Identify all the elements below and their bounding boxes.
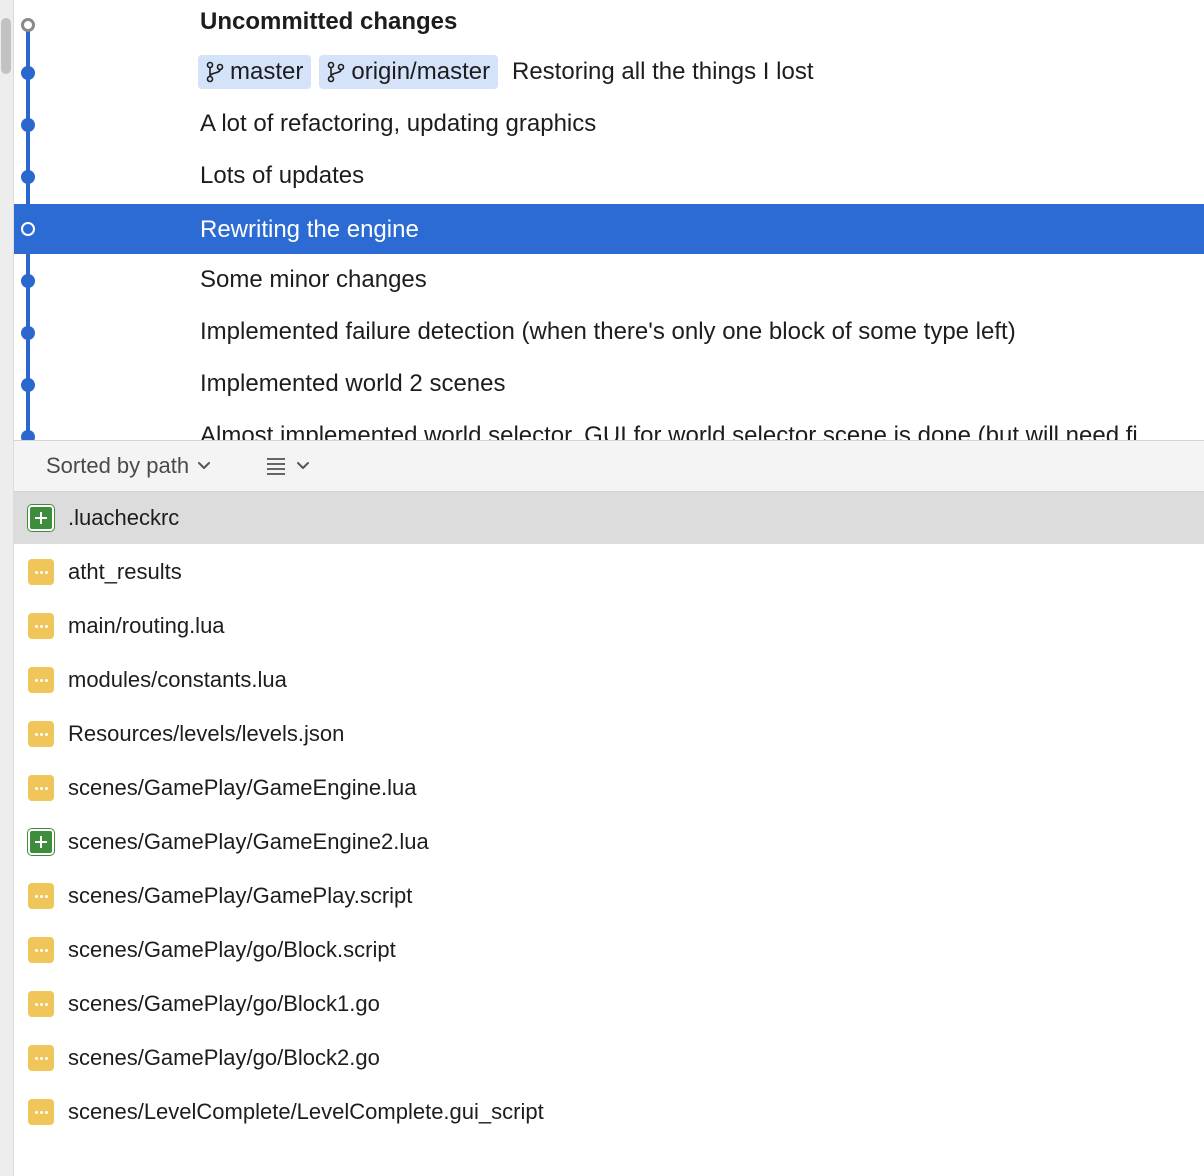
commit-history: Uncommitted changes master origin/master… [14, 0, 1204, 440]
commit-message: Rewriting the engine [200, 216, 419, 243]
commit-node [21, 274, 35, 288]
commit-message: Implemented world 2 scenes [200, 370, 506, 397]
file-path: modules/constants.lua [68, 667, 287, 692]
file-row[interactable]: Resources/levels/levels.json [14, 708, 1204, 760]
file-path: scenes/GamePlay/go/Block2.go [68, 1045, 380, 1070]
commit-row[interactable]: Implemented failure detection (when ther… [14, 308, 1204, 360]
modified-status-icon [28, 1099, 54, 1125]
commit-node [21, 326, 35, 340]
file-row[interactable]: scenes/GamePlay/GameEngine2.lua [14, 816, 1204, 868]
file-list-toolbar: Sorted by path [14, 440, 1204, 492]
file-path: scenes/GamePlay/GamePlay.script [68, 883, 413, 908]
added-status-icon [28, 505, 54, 531]
scrollbar-thumb[interactable] [1, 18, 11, 74]
modified-status-icon [28, 883, 54, 909]
chevron-down-icon [198, 462, 211, 469]
commit-message: Some minor changes [200, 266, 427, 293]
file-path: scenes/LevelComplete/LevelComplete.gui_s… [68, 1099, 544, 1124]
file-path: Resources/levels/levels.json [68, 721, 345, 746]
modified-status-icon [28, 991, 54, 1017]
commit-row[interactable]: Almost implemented world selector. GUI f… [14, 412, 1204, 440]
file-path: .luacheckrc [68, 505, 180, 530]
sort-label: Sorted by path [46, 453, 190, 478]
commit-row[interactable]: A lot of refactoring, updating graphics [14, 100, 1204, 152]
branch-tags: master origin/master [198, 52, 499, 92]
branch-icon [328, 61, 345, 83]
file-path: main/routing.lua [68, 613, 225, 638]
sort-button[interactable]: Sorted by path [46, 441, 211, 491]
chevron-down-icon [297, 462, 309, 469]
view-mode-button[interactable] [266, 441, 310, 491]
commit-row[interactable]: Some minor changes [14, 256, 1204, 308]
commit-row[interactable]: Implemented world 2 scenes [14, 360, 1204, 412]
commit-message: Lots of updates [200, 162, 365, 189]
file-path: scenes/GamePlay/GameEngine.lua [68, 775, 417, 800]
commit-node [21, 170, 35, 184]
file-row[interactable]: atht_results [14, 546, 1204, 598]
branch-tag-origin-master[interactable]: origin/master [319, 55, 499, 89]
commit-node [21, 18, 35, 32]
commit-message: Restoring all the things I lost [512, 58, 814, 85]
commit-node [21, 222, 35, 236]
file-path: scenes/GamePlay/GameEngine2.lua [68, 829, 429, 854]
file-row[interactable]: .luacheckrc [14, 492, 1204, 544]
file-path: scenes/GamePlay/go/Block1.go [68, 991, 380, 1016]
commit-message: A lot of refactoring, updating graphics [200, 110, 597, 137]
file-path: atht_results [68, 559, 182, 584]
added-status-icon [28, 829, 54, 855]
commit-node [21, 66, 35, 80]
file-row[interactable]: main/routing.lua [14, 600, 1204, 652]
file-row[interactable]: scenes/GamePlay/go/Block.script [14, 924, 1204, 976]
file-row[interactable]: modules/constants.lua [14, 654, 1204, 706]
commit-node [21, 118, 35, 132]
modified-status-icon [28, 721, 54, 747]
commit-node [21, 430, 35, 440]
branch-name: origin/master [351, 58, 491, 85]
file-row[interactable]: scenes/GamePlay/go/Block1.go [14, 978, 1204, 1030]
file-row[interactable]: scenes/GamePlay/GamePlay.script [14, 870, 1204, 922]
file-row[interactable]: scenes/GamePlay/go/Block2.go [14, 1032, 1204, 1084]
commit-row[interactable]: master origin/master Restoring all the t… [14, 48, 1204, 100]
commit-message: Implemented failure detection (when ther… [200, 318, 1016, 345]
file-row[interactable]: scenes/LevelComplete/LevelComplete.gui_s… [14, 1086, 1204, 1138]
branch-tag-master[interactable]: master [198, 55, 312, 89]
modified-status-icon [28, 937, 54, 963]
modified-status-icon [28, 613, 54, 639]
commit-row-selected[interactable]: Rewriting the engine [14, 204, 1204, 254]
modified-status-icon [28, 559, 54, 585]
commit-row[interactable]: Lots of updates [14, 152, 1204, 204]
modified-status-icon [28, 667, 54, 693]
changed-files-list: .luacheckrc atht_results main/routing.lua m… [14, 492, 1204, 1176]
commit-message: Uncommitted changes [200, 8, 458, 35]
branch-icon [206, 61, 224, 83]
commit-message: Almost implemented world selector. GUI f… [200, 422, 1138, 440]
commit-node [21, 378, 35, 392]
left-scrollbar[interactable] [0, 0, 14, 1176]
commit-row-uncommitted[interactable]: Uncommitted changes [14, 0, 1204, 52]
file-row[interactable]: scenes/GamePlay/GameEngine.lua [14, 762, 1204, 814]
branch-name: master [230, 58, 304, 85]
modified-status-icon [28, 1045, 54, 1071]
list-icon [267, 458, 285, 475]
file-path: scenes/GamePlay/go/Block.script [68, 937, 396, 962]
modified-status-icon [28, 775, 54, 801]
